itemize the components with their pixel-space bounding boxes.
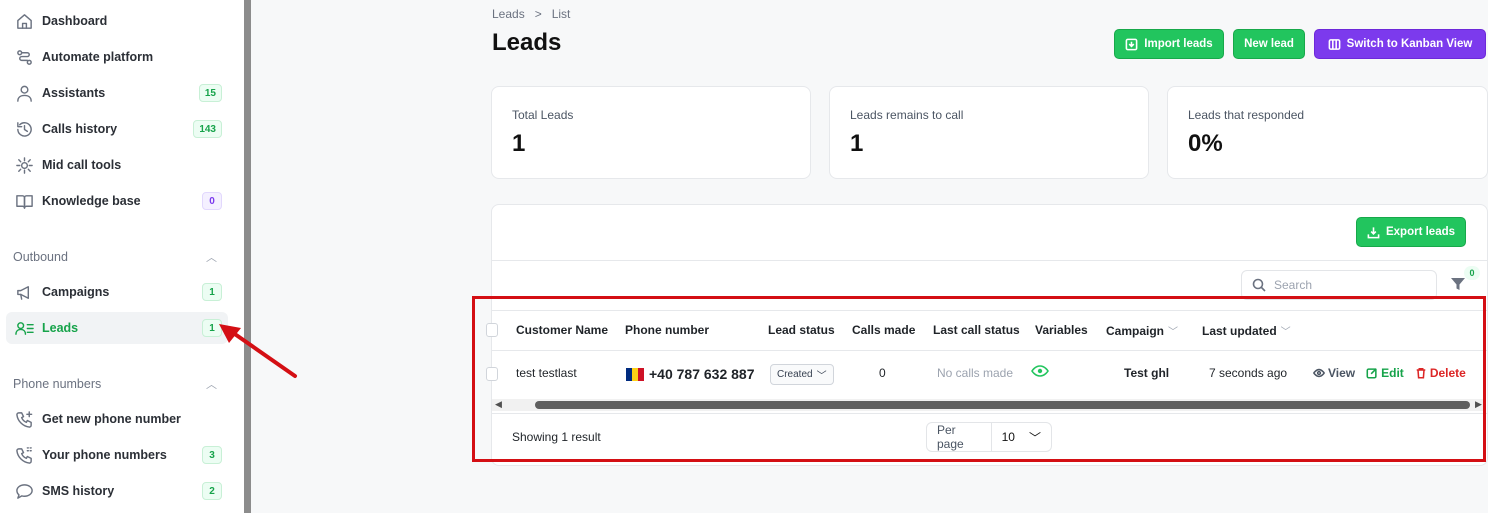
workflow-icon (13, 46, 35, 68)
divider (492, 260, 1488, 261)
export-icon (1367, 226, 1380, 238)
sidebar-item-automate-platform[interactable]: Automate platform (6, 41, 228, 73)
breadcrumb-current: List (551, 7, 571, 21)
stat-value: 1 (850, 130, 864, 157)
filter-icon[interactable] (1450, 276, 1466, 292)
sidebar-item-leads[interactable]: Leads 1 (6, 312, 228, 344)
import-leads-label: Import leads (1144, 38, 1213, 50)
search-icon (1252, 278, 1266, 292)
sidebar-item-label: Assistants (42, 86, 106, 100)
leads-icon (13, 317, 35, 339)
page-title: Leads (492, 29, 562, 56)
import-leads-button[interactable]: Import leads (1114, 29, 1224, 59)
sidebar-item-label: Get new phone number (42, 412, 181, 426)
history-icon (13, 118, 35, 140)
new-lead-label: New lead (1244, 38, 1294, 50)
sidebar-item-label: Leads (42, 321, 79, 335)
sidebar-item-knowledge-base[interactable]: Knowledge base 0 (6, 185, 228, 217)
import-icon (1125, 38, 1138, 50)
sidebar-item-label: Knowledge base (42, 194, 141, 208)
sidebar-item-label: Your phone numbers (42, 448, 167, 462)
stat-label: Total Leads (512, 108, 574, 122)
breadcrumb-link-leads[interactable]: Leads (492, 7, 525, 21)
sidebar-item-assistants[interactable]: Assistants 15 (6, 77, 228, 109)
megaphone-icon (13, 281, 35, 303)
stat-value: 0% (1188, 130, 1223, 157)
count-badge: 15 (198, 84, 222, 102)
sidebar-item-label: Calls history (42, 122, 118, 136)
sidebar-item-label: Dashboard (42, 14, 108, 28)
export-leads-label: Export leads (1385, 226, 1456, 238)
annotation-arrow-icon (219, 324, 297, 378)
sidebar-item-dashboard[interactable]: Dashboard (6, 5, 228, 37)
sidebar-item-mid-call-tools[interactable]: Mid call tools (6, 149, 228, 181)
highlight-box (472, 296, 1486, 462)
sidebar-section-phone-numbers[interactable]: Phone numbers ︿ (13, 376, 223, 392)
stat-card-leads-responded: Leads that responded 0% (1167, 86, 1488, 179)
stat-value: 1 (512, 130, 526, 157)
switch-to-kanban-label: Switch to Kanban View (1346, 38, 1473, 50)
new-lead-button[interactable]: New lead (1233, 29, 1305, 59)
section-title: Outbound (13, 250, 68, 264)
sidebar-item-campaigns[interactable]: Campaigns 1 (6, 276, 228, 308)
sidebar-item-get-new-phone-number[interactable]: Get new phone number (6, 403, 228, 435)
tools-icon (13, 154, 35, 176)
sidebar-item-sms-history[interactable]: SMS history 2 (6, 475, 228, 507)
stat-label: Leads that responded (1188, 108, 1305, 122)
sidebar-item-calls-history[interactable]: Calls history 143 (6, 113, 228, 145)
switch-to-kanban-button[interactable]: Switch to Kanban View (1314, 29, 1486, 59)
count-badge: 0 (202, 192, 222, 210)
breadcrumb: Leads > List (492, 7, 570, 21)
chat-icon (13, 480, 35, 502)
book-icon (13, 190, 35, 212)
count-badge: 1 (202, 283, 222, 301)
sidebar-item-label: Mid call tools (42, 158, 122, 172)
count-badge: 2 (202, 482, 222, 500)
section-title: Phone numbers (13, 377, 102, 391)
count-badge: 3 (202, 446, 222, 464)
sidebar-item-label: SMS history (42, 484, 115, 498)
sidebar-section-outbound[interactable]: Outbound ︿ (13, 249, 223, 265)
stat-label: Leads remains to call (850, 108, 964, 122)
stat-card-leads-remaining: Leads remains to call 1 (829, 86, 1149, 179)
sidebar-resize-handle[interactable] (244, 0, 251, 513)
kanban-icon (1328, 38, 1341, 50)
sidebar-item-your-phone-numbers[interactable]: Your phone numbers 3 (6, 439, 228, 471)
search-input[interactable] (1274, 278, 1424, 292)
sidebar-item-label: Campaigns (42, 285, 110, 299)
user-icon (13, 82, 35, 104)
sidebar-item-label: Automate platform (42, 50, 154, 64)
phone-plus-icon (13, 408, 35, 430)
chevron-up-icon: ︿ (206, 252, 217, 264)
count-badge: 143 (193, 120, 222, 138)
filter-count-badge: 0 (1464, 266, 1480, 280)
stat-card-total-leads: Total Leads 1 (491, 86, 811, 179)
export-leads-button[interactable]: Export leads (1356, 217, 1466, 247)
home-icon (13, 10, 35, 32)
phone-grid-icon (13, 444, 35, 466)
breadcrumb-separator: > (534, 7, 542, 21)
